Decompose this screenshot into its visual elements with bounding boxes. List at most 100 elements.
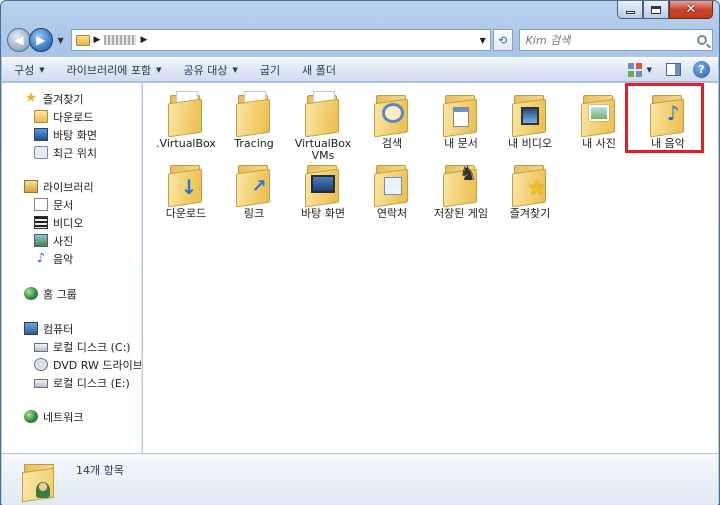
folder-saved-games[interactable]: ♞ 저장된 게임 (426, 159, 496, 220)
folder-label: Tracing (234, 137, 274, 150)
folder-label: 연락처 (376, 207, 408, 220)
folder-label: 내 문서 (444, 137, 478, 150)
folder-my-videos[interactable]: 내 비디오 (495, 89, 565, 150)
libraries-icon (24, 180, 38, 193)
help-icon[interactable]: ? (693, 61, 710, 78)
minimize-icon (625, 11, 635, 14)
refresh-icon: ⟲ (498, 33, 508, 47)
homegroup-icon (24, 287, 38, 300)
nav-favorites[interactable]: ★ 즐겨찾기 (24, 90, 84, 107)
nav-videos[interactable]: 비디오 (34, 214, 83, 231)
videos-icon (34, 216, 48, 229)
nav-dvd-drive[interactable]: DVD RW 드라이브 ( (34, 356, 141, 373)
folder-label: .VirtualBox (156, 137, 216, 150)
nav-music[interactable]: ♪ 음악 (34, 250, 73, 267)
explorer-window: ✕ ◀ ▶ ▼ ▶ ▶ ▼ ⟲ 구성 ▼ 라이브러리에 포함 ▼ 공유 대상 ▼ 굽기… (0, 0, 720, 505)
nav-label: 비디오 (53, 216, 84, 230)
folder-contacts[interactable]: 연락처 (357, 159, 427, 220)
links-folder-icon: ↗ (236, 159, 272, 208)
refresh-button[interactable]: ⟲ (492, 29, 513, 51)
dropdown-arrow-icon: ▼ (156, 65, 162, 74)
share-with-menu[interactable]: 공유 대상 ▼ (184, 62, 238, 78)
close-button[interactable]: ✕ (669, 1, 713, 19)
network-icon (24, 410, 38, 423)
dvd-drive-icon (34, 358, 48, 371)
folder-downloads[interactable]: ↓ 다운로드 (151, 159, 221, 220)
nav-documents[interactable]: 문서 (34, 196, 73, 213)
nav-downloads[interactable]: 다운로드 (34, 108, 93, 125)
share-with-label: 공유 대상 (183, 63, 228, 77)
pictures-icon (34, 234, 48, 247)
command-bar: 구성 ▼ 라이브러리에 포함 ▼ 공유 대상 ▼ 굽기 새 폴더 ▼ ? (2, 57, 718, 82)
burn-button[interactable]: 굽기 (260, 62, 280, 78)
folder-virtualbox-dot[interactable]: .VirtualBox (151, 89, 221, 150)
nav-drive-c[interactable]: 로컬 디스크 (C:) (34, 338, 131, 355)
nav-network[interactable]: 네트워크 (24, 408, 83, 425)
organize-label: 구성 (14, 63, 35, 77)
saved-games-folder-icon: ♞ (443, 159, 479, 208)
folder-links[interactable]: ↗ 링크 (219, 159, 289, 220)
folder-desktop[interactable]: 바탕 화면 (288, 159, 358, 220)
star-icon: ★ (24, 90, 38, 106)
nav-homegroup[interactable]: 홈 그룹 (24, 285, 77, 302)
new-folder-button[interactable]: 새 폴더 (302, 62, 336, 78)
breadcrumb-blurred-user[interactable] (104, 35, 137, 45)
folder-virtualbox-vms[interactable]: VirtualBox VMs (288, 89, 358, 162)
searches-folder-icon (374, 89, 410, 138)
folder-icon (168, 89, 204, 138)
toolbar-right: ▼ ? (627, 61, 710, 78)
search-icon[interactable] (697, 35, 708, 45)
folder-label: 내 비디오 (508, 137, 552, 150)
folder-searches[interactable]: 검색 (357, 89, 427, 150)
nav-label: 로컬 디스크 (C:) (53, 340, 131, 354)
maximize-button[interactable] (643, 1, 669, 19)
nav-drive-e[interactable]: 로컬 디스크 (E:) (34, 374, 130, 391)
nav-label: 컴퓨터 (43, 322, 74, 336)
close-icon: ✕ (685, 2, 697, 17)
search-input[interactable] (525, 33, 686, 47)
folder-icon (236, 89, 272, 138)
folder-label: 즐겨찾기 (509, 207, 551, 220)
folder-label: 바탕 화면 (301, 207, 345, 220)
nav-label: 다운로드 (53, 110, 94, 124)
breadcrumb-chevron-icon[interactable]: ▶ (94, 35, 101, 45)
nav-pictures[interactable]: 사진 (34, 232, 73, 249)
folder-label: 검색 (381, 137, 403, 150)
forward-button[interactable]: ▶ (28, 28, 53, 52)
folder-my-documents[interactable]: 내 문서 (426, 89, 496, 150)
recent-places-icon (34, 146, 48, 159)
breadcrumb-chevron-icon[interactable]: ▶ (140, 35, 147, 45)
address-bar[interactable]: ▶ ▶ ▼ (70, 29, 491, 51)
folder-my-pictures[interactable]: 내 사진 (564, 89, 634, 150)
folder-favorites[interactable]: ★ 즐겨찾기 (495, 159, 565, 220)
back-button[interactable]: ◀ (7, 28, 31, 52)
new-folder-label: 새 폴더 (302, 63, 336, 77)
highlight-box (625, 83, 704, 153)
change-view-icon[interactable] (627, 62, 642, 77)
folder-icon (305, 89, 341, 138)
desktop-icon (34, 128, 48, 141)
nav-label: 라이브러리 (43, 180, 94, 194)
folder-tracing[interactable]: Tracing (219, 89, 289, 150)
nav-libraries[interactable]: 라이브러리 (24, 178, 94, 195)
minimize-button[interactable] (617, 1, 643, 19)
organize-menu[interactable]: 구성 ▼ (14, 62, 45, 78)
item-count: 14개 항목 (76, 464, 124, 477)
nav-computer[interactable]: 컴퓨터 (24, 320, 73, 337)
music-note-icon: ♪ (36, 251, 46, 266)
recent-pages-dropdown[interactable]: ▼ (55, 36, 67, 45)
preview-pane-icon[interactable] (666, 63, 681, 76)
nav-recent-places[interactable]: 최근 위치 (34, 144, 97, 161)
nav-label: 바탕 화면 (53, 128, 97, 142)
view-dropdown-icon[interactable]: ▼ (647, 66, 652, 74)
desktop-folder-icon (305, 159, 341, 208)
folder-label: 저장된 게임 (433, 207, 489, 220)
address-dropdown-icon[interactable]: ▼ (480, 36, 486, 45)
search-box[interactable] (518, 29, 714, 51)
favorites-folder-icon: ★ (512, 159, 548, 208)
nav-desktop[interactable]: 바탕 화면 (34, 126, 97, 143)
documents-icon (34, 198, 48, 211)
navigation-pane: ★ 즐겨찾기 다운로드 바탕 화면 최근 위치 라이브러리 문서 비디오 사진 ♪… (2, 83, 142, 453)
computer-icon (24, 322, 38, 335)
include-in-library-menu[interactable]: 라이브러리에 포함 ▼ (67, 62, 162, 78)
